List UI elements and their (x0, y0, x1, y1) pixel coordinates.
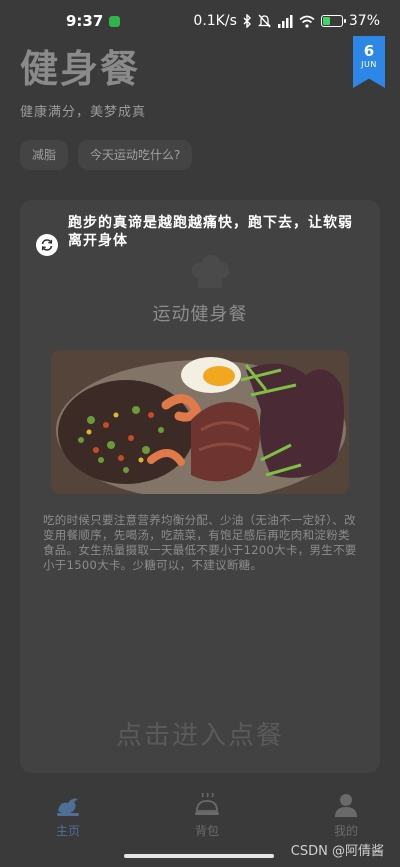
enter-order-button[interactable]: 点击进入点餐 (20, 715, 380, 752)
nav-label-mine: 我的 (333, 824, 358, 838)
tag-fat-loss[interactable]: 减脂 (20, 140, 69, 170)
home-indicator[interactable] (124, 854, 274, 858)
meal-card[interactable]: 跑步的真谛是越跑越痛快，跑下去，让软弱离开身体 运动健身餐 吃的时候只要注意营养… (20, 200, 380, 773)
nav-label-home: 主页 (55, 824, 80, 838)
status-left: 9:37 (66, 12, 121, 30)
battery-icon (320, 15, 346, 27)
food-cloche-icon (195, 793, 219, 815)
net-speed: 0.1K/s (193, 13, 237, 29)
nav-item-home[interactable]: 主页 (48, 793, 88, 849)
nav-item-bag[interactable]: 背包 (187, 793, 227, 849)
page-title: 健身餐 (20, 47, 141, 91)
card-title: 运动健身餐 (152, 304, 248, 325)
refresh-icon[interactable] (36, 234, 58, 256)
battery-percent: 37% (348, 13, 380, 29)
nav-label-bag: 背包 (194, 824, 219, 838)
status-right: 0.1K/s 37% (193, 13, 380, 29)
person-icon (335, 794, 357, 817)
tag-list: 减脂 今天运动吃什么? (20, 140, 193, 170)
battery-level (322, 17, 330, 25)
date-badge[interactable]: 6 JUN (353, 36, 385, 88)
date-day: 6 (363, 42, 375, 60)
card-description: 吃的时候只要注意营养均衡分配、少油（无油不一定好）、改变用餐顺序，先喝汤，吃蔬菜… (43, 513, 357, 572)
chef-hat-icon (191, 254, 230, 288)
wifi-icon (299, 15, 315, 28)
signal-icon (277, 14, 293, 28)
tag-what-to-eat[interactable]: 今天运动吃什么? (78, 140, 193, 170)
bluetooth-icon (243, 14, 251, 28)
notification-app-icon (109, 15, 121, 27)
home-bird-icon (57, 798, 79, 816)
status-bar: 9:37 0.1K/s 37% (0, 0, 400, 42)
mute-bell-icon (257, 14, 271, 28)
status-time: 9:37 (66, 12, 104, 30)
page-subtitle: 健康满分，美梦成真 (20, 105, 147, 120)
food-photo (51, 350, 349, 494)
csdn-watermark: CSDN @阿倩酱 (290, 844, 384, 859)
page-header: 健身餐 健康满分，美梦成真 (20, 38, 146, 120)
date-month: JUN (361, 60, 377, 69)
